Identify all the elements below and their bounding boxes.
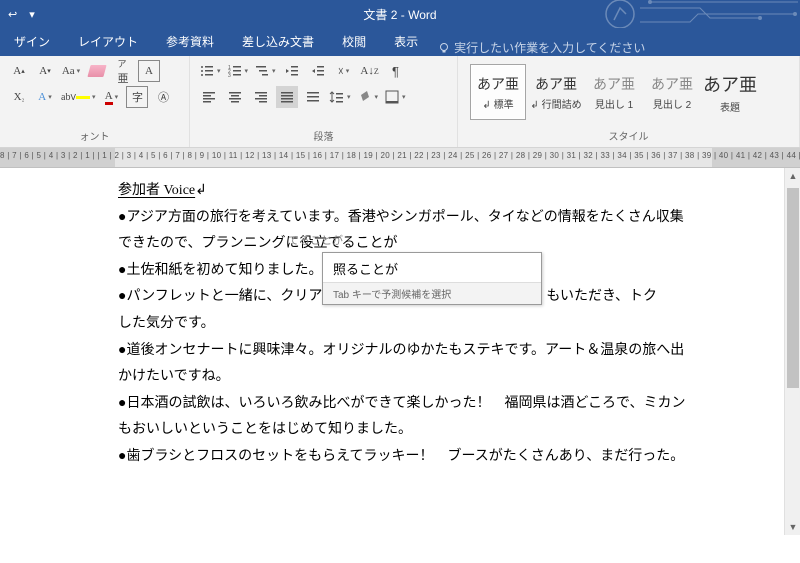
doc-heading: 参加者 Voice	[118, 183, 195, 198]
font-color-button[interactable]: A▾	[100, 86, 122, 108]
multilevel-icon	[254, 63, 270, 79]
align-right-button[interactable]	[250, 86, 272, 108]
doc-line: ●歯ブラシとフロスのセットをもらえてラッキー！ ブースがたくさんあり、まだ行った…	[118, 444, 710, 471]
ribbon: A▴ A▾ Aa▾ ア亜 A X₂ A▾ abᐯ▾ A▾ 字 Ⓐ ォント ▾ 1…	[0, 56, 800, 148]
highlight-button[interactable]: abᐯ▾	[60, 86, 96, 108]
styles-group: あア亜 ↲ 標準 あア亜 ↲ 行間詰め あア亜 見出し 1 あア亜 見出し 2 …	[458, 56, 800, 147]
clear-format-button[interactable]	[86, 60, 108, 82]
increase-indent-button[interactable]	[307, 60, 329, 82]
justify-button[interactable]	[276, 86, 298, 108]
font-group-label: ォント	[8, 128, 181, 145]
paragraph-group-label: 段落	[198, 128, 449, 145]
borders-button[interactable]: ▾	[383, 86, 407, 108]
shrink-font-button[interactable]: A▾	[34, 60, 56, 82]
justify-icon	[279, 89, 295, 105]
doc-line: ●アジア方面の旅行を考えています。香港やシンガポール、タイなどの情報をたくさん収…	[118, 205, 710, 232]
quick-access-toolbar: ↩ ▾	[8, 8, 35, 21]
qat-icon[interactable]: ↩	[8, 8, 17, 21]
tab-references[interactable]: 参考資料	[152, 27, 228, 56]
char-shading-button[interactable]: 字	[126, 86, 148, 108]
align-left-icon	[201, 89, 217, 105]
ime-inline-hint: てることが	[288, 232, 343, 248]
indent-icon	[310, 63, 326, 79]
sort-button[interactable]: A↓Z	[359, 60, 381, 82]
ime-instruction: Tab キーで予測候補を選択	[323, 282, 541, 304]
asian-layout-button[interactable]: ☓▾	[333, 60, 355, 82]
title-bar: ↩ ▾ 文書 2 - Word	[0, 0, 800, 28]
scroll-down-arrow[interactable]: ▼	[785, 519, 800, 535]
style-gallery: あア亜 ↲ 標準 あア亜 ↲ 行間詰め あア亜 見出し 1 あア亜 見出し 2 …	[466, 60, 791, 124]
enclose-char-button[interactable]: Ⓐ	[152, 86, 174, 108]
paragraph-group: ▾ 123▾ ▾ ☓▾ A↓Z ¶ ▾ ▾ ▾ 段落	[190, 56, 458, 147]
styles-group-label: スタイル	[466, 128, 791, 145]
bucket-icon	[357, 89, 373, 105]
grow-font-button[interactable]: A▴	[8, 60, 30, 82]
line-spacing-icon	[329, 89, 345, 105]
doc-line: かけたいですね。	[118, 364, 710, 391]
doc-line: ●道後オンセナートに興味津々。オリジナルのゆかたもステキです。アート＆温泉の旅へ…	[118, 338, 710, 365]
lightbulb-icon	[438, 42, 450, 54]
tab-mailings[interactable]: 差し込み文書	[228, 27, 328, 56]
tab-view[interactable]: 表示	[380, 27, 432, 56]
scroll-thumb[interactable]	[787, 188, 799, 388]
ime-candidate-text[interactable]: 照ることが	[323, 253, 541, 282]
outdent-icon	[284, 63, 300, 79]
scroll-up-arrow[interactable]: ▲	[785, 168, 800, 184]
numbering-icon: 123	[227, 63, 243, 79]
qat-dropdown-icon[interactable]: ▾	[29, 8, 35, 21]
tab-review[interactable]: 校閲	[328, 27, 380, 56]
distribute-icon	[305, 89, 321, 105]
tab-design[interactable]: ザイン	[0, 27, 64, 56]
vertical-scrollbar[interactable]: ▲ ▼	[784, 168, 800, 535]
ime-candidate-popup[interactable]: 照ることが Tab キーで予測候補を選択	[322, 252, 542, 305]
align-center-icon	[227, 89, 243, 105]
line-spacing-button[interactable]: ▾	[328, 86, 352, 108]
align-left-button[interactable]	[198, 86, 220, 108]
ribbon-tabs: ザイン レイアウト 参考資料 差し込み文書 校閲 表示 実行したい作業を入力して…	[0, 28, 800, 56]
align-right-icon	[253, 89, 269, 105]
style-heading2[interactable]: あア亜 見出し 2	[644, 64, 700, 120]
bullets-icon	[199, 63, 215, 79]
phonetic-guide-button[interactable]: ア亜	[112, 60, 134, 82]
style-title[interactable]: あア亜 表題	[702, 64, 758, 120]
window-title: 文書 2 - Word	[363, 6, 436, 23]
change-case-button[interactable]: Aa▾	[60, 60, 82, 82]
tell-me-search[interactable]: 実行したい作業を入力してください	[432, 39, 645, 56]
doc-line: した気分です。	[118, 311, 710, 338]
subscript-button[interactable]: X₂	[8, 86, 30, 108]
show-marks-button[interactable]: ¶	[385, 60, 407, 82]
numbering-button[interactable]: 123▾	[226, 60, 250, 82]
align-center-button[interactable]	[224, 86, 246, 108]
font-group: A▴ A▾ Aa▾ ア亜 A X₂ A▾ abᐯ▾ A▾ 字 Ⓐ ォント	[0, 56, 190, 147]
style-heading1[interactable]: あア亜 見出し 1	[586, 64, 642, 120]
border-icon	[384, 89, 400, 105]
shading-button[interactable]: ▾	[356, 86, 380, 108]
svg-text:3: 3	[228, 73, 231, 79]
bullets-button[interactable]: ▾	[198, 60, 222, 82]
multilevel-list-button[interactable]: ▾	[253, 60, 277, 82]
eraser-icon	[87, 65, 106, 77]
document-body[interactable]: 参加者 Voice↲ ●アジア方面の旅行を考えています。香港やシンガポール、タイ…	[118, 178, 710, 471]
distribute-button[interactable]	[302, 86, 324, 108]
doc-line: もおいしいということをはじめて知りました。	[118, 417, 710, 444]
decrease-indent-button[interactable]	[281, 60, 303, 82]
tab-layout[interactable]: レイアウト	[64, 27, 152, 56]
doc-line: ●日本酒の試飲は、いろいろ飲み比べができて楽しかった！ 福岡県は酒どころで、ミカ…	[118, 391, 710, 418]
document-canvas[interactable]: 参加者 Voice↲ ●アジア方面の旅行を考えています。香港やシンガポール、タイ…	[0, 168, 800, 563]
title-decoration	[560, 0, 800, 28]
horizontal-ruler[interactable]: 8 | 7 | 6 | 5 | 4 | 3 | 2 | 1 | | 1 | 2 …	[0, 148, 800, 168]
style-no-spacing[interactable]: あア亜 ↲ 行間詰め	[528, 64, 584, 120]
char-border-button[interactable]: A	[138, 60, 160, 82]
text-effects-button[interactable]: A▾	[34, 86, 56, 108]
style-standard[interactable]: あア亜 ↲ 標準	[470, 64, 526, 120]
